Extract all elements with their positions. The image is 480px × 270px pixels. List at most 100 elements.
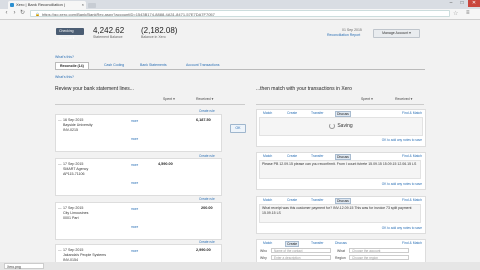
find-match-link[interactable]: Find & Match (402, 154, 422, 158)
whats-this-link-2[interactable]: What's this? (55, 75, 74, 79)
save-note-hint[interactable]: OK to add any notes to save (382, 182, 422, 186)
browser-tab[interactable]: Xero | Bank Reconciliation | × (8, 1, 86, 9)
column-divider (55, 104, 245, 105)
tab-transfer[interactable]: Transfer (311, 154, 324, 158)
create-rule-link[interactable]: Create rule (199, 197, 215, 201)
new-tab-button[interactable] (88, 3, 96, 8)
match-panel: Match Create Transfer Discuss Find & Mat… (256, 152, 426, 190)
right-column-divider (256, 104, 424, 105)
tab-account-transactions[interactable]: Account Transactions (182, 62, 223, 69)
account-selector[interactable]: Checking Account ▾ (56, 28, 84, 40)
statement-balance-label: Statement Balance (93, 35, 123, 39)
saving-text: Saving (337, 123, 353, 129)
region-input[interactable]: Choose the region (349, 255, 409, 260)
statement-reference: INV-0215 (63, 128, 78, 132)
tab-bank-statements[interactable]: Bank Statements (136, 62, 171, 69)
xero-favicon-icon (10, 3, 14, 7)
tab-match[interactable]: Match (263, 154, 272, 158)
match-panel: Match Create Transfer Discuss Find & Mat… (256, 196, 426, 234)
save-note-hint[interactable]: OK to add any notes to save (382, 138, 422, 142)
tab-match[interactable]: Match (263, 241, 272, 245)
reconciliation-report-link[interactable]: Reconciliation Report (327, 33, 360, 37)
more-link[interactable]: more (131, 181, 138, 185)
expand-icon[interactable]: — (58, 162, 62, 166)
browser-tab-title: Xero | Bank Reconciliation | (16, 2, 65, 7)
statement-balance-value: 4,242.62 (93, 26, 125, 35)
statement-line[interactable]: — 17 Sep 2015 Jakanda's People Systems I… (55, 244, 222, 264)
more-link[interactable]: more (131, 207, 138, 211)
region-label: Region (335, 256, 346, 260)
whats-this-link[interactable]: What's this? (55, 55, 74, 59)
tab-transfer[interactable]: Transfer (311, 111, 324, 115)
statement-line[interactable]: — 17 Sep 2015 SMART Agency AP115-71106 m… (55, 158, 222, 196)
back-icon[interactable]: ‹ (3, 10, 10, 17)
statement-reference: AP115-71106 (63, 172, 85, 176)
discuss-box[interactable]: Saving (259, 117, 423, 136)
url-input[interactable]: 🔒 https://go.xero.com/Bank/BankRec.aspx?a… (30, 10, 450, 17)
statement-payee: City Limousines (63, 211, 89, 215)
statement-date: 01 Sep 2015 (342, 28, 362, 32)
save-note-hint[interactable]: OK to add any notes to save (382, 226, 422, 230)
expand-icon[interactable]: — (58, 118, 62, 122)
tab-match[interactable]: Match (263, 111, 272, 115)
find-match-link[interactable]: Find & Match (402, 241, 422, 245)
statement-date: 16 Sep 2015 (63, 118, 84, 122)
statement-received: 2,990.00 (196, 248, 211, 252)
reload-icon[interactable]: ↻ (19, 10, 26, 17)
statement-received: 6,187.50 (196, 118, 211, 122)
more-link[interactable]: more (131, 137, 138, 141)
tab-create[interactable]: Create (287, 111, 297, 115)
forward-icon[interactable]: › (11, 10, 18, 17)
tab-match[interactable]: Match (263, 198, 272, 202)
bookmark-star-icon[interactable]: ☆ (453, 10, 458, 17)
match-heading: ...then match with your transactions in … (256, 86, 352, 92)
tab-divider (55, 69, 425, 70)
close-tab-icon[interactable]: × (82, 1, 84, 9)
tab-create[interactable]: Create (287, 198, 297, 202)
statement-spent: 4,590.00 (158, 162, 173, 166)
more-link[interactable]: more (131, 249, 138, 253)
discuss-box[interactable]: What receipt was this customer payment f… (259, 204, 421, 223)
close-window-button[interactable]: ✕ (468, 0, 480, 7)
xero-balance-label: Balance in Xero (141, 35, 166, 39)
tab-create[interactable]: Create (285, 241, 300, 247)
maximize-button[interactable]: □ (457, 0, 467, 7)
who-input[interactable]: Name of the contact (271, 248, 331, 253)
tab-cash-coding[interactable]: Cash Coding (100, 62, 128, 69)
tab-transfer[interactable]: Transfer (311, 198, 324, 202)
more-link[interactable]: more (131, 119, 138, 123)
manage-account-button[interactable]: Manage Account ▾ (373, 29, 420, 38)
expand-icon[interactable]: — (58, 248, 62, 252)
more-link[interactable]: more (131, 225, 138, 229)
tab-discuss[interactable]: Discuss (335, 241, 347, 245)
create-rule-link[interactable]: Create rule (199, 109, 215, 113)
more-link[interactable]: more (131, 163, 138, 167)
right-received-column-header[interactable]: Received ▾ (395, 97, 412, 101)
what-input[interactable]: Choose the account (349, 248, 409, 253)
statement-payee: Jakanda's People Systems (63, 253, 107, 257)
right-spent-column-header[interactable]: Spent ▾ (361, 97, 373, 101)
lock-icon: 🔒 (35, 12, 40, 17)
why-input[interactable]: Enter a description (271, 255, 331, 260)
url-text: https://go.xero.com/Bank/BankRec.aspx?ac… (41, 12, 215, 17)
statement-line[interactable]: — 16 Sep 2015 Bayside University INV-021… (55, 114, 222, 152)
tab-create[interactable]: Create (287, 154, 297, 158)
why-label: Why (260, 256, 267, 260)
spent-column-header[interactable]: Spent ▾ (163, 97, 175, 101)
statement-date: 17 Sep 2015 (63, 206, 84, 210)
download-item[interactable]: Xero.png (4, 263, 44, 269)
find-match-link[interactable]: Find & Match (402, 198, 422, 202)
received-column-header[interactable]: Received ▾ (196, 97, 213, 101)
tab-transfer[interactable]: Transfer (311, 241, 324, 245)
minimize-button[interactable]: – (446, 0, 456, 7)
ok-button[interactable]: OK (230, 124, 246, 133)
discuss-text: Please PB 12.09.15 please can you reconf… (262, 162, 417, 166)
statement-line[interactable]: — 17 Sep 2015 City Limousines 0001 Part … (55, 202, 222, 240)
statement-payee: SMART Agency (63, 167, 89, 171)
discuss-box[interactable]: Please PB 12.09.15 please can you reconf… (259, 160, 421, 179)
create-panel: Match Create Transfer Discuss Find & Mat… (256, 239, 426, 263)
browser-menu-icon[interactable]: ≡ (466, 10, 470, 16)
expand-icon[interactable]: — (58, 206, 62, 210)
find-match-link[interactable]: Find & Match (402, 111, 422, 115)
statement-received: 200.00 (201, 206, 213, 210)
